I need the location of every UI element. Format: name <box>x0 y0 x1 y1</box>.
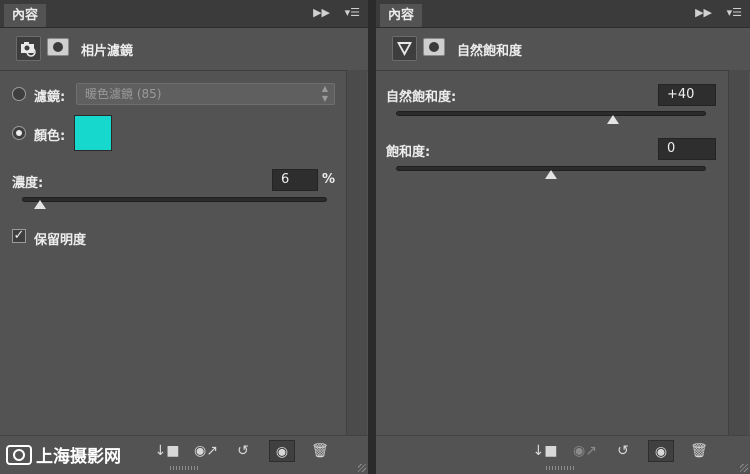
clip-to-layer-icon[interactable]: ↓■ <box>154 440 180 462</box>
density-input[interactable]: 6 <box>272 169 318 191</box>
properties-panel-photo-filter: 內容 ▶▶ ▾☰ 相片濾鏡 濾鏡: 暖色濾鏡 (85) ▲ ▼ 顏色: 濃度: 6… <box>0 0 368 474</box>
vibrance-input[interactable]: +40 <box>658 84 716 106</box>
reset-icon[interactable]: ↺ <box>610 440 636 462</box>
preserve-luminosity-label: 保留明度 <box>34 233 87 248</box>
density-slider-thumb[interactable] <box>34 200 47 209</box>
panel-tab-bar: 內容 ▶▶ ▾☰ <box>376 0 750 28</box>
trash-icon[interactable]: 🗑 <box>686 440 712 462</box>
resize-corner-icon[interactable] <box>358 464 366 472</box>
panel-footer: ↓■ ◉↗ ↺ ◉ 🗑 <box>376 435 750 474</box>
panel-menu-icon[interactable]: ▾☰ <box>727 4 742 22</box>
layer-mask-icon[interactable] <box>47 38 69 56</box>
scrollbar[interactable] <box>346 70 367 436</box>
panel-menu-icon[interactable]: ▾☰ <box>345 4 360 22</box>
density-slider-track[interactable] <box>22 197 327 202</box>
layer-mask-icon[interactable] <box>423 38 445 56</box>
trash-icon[interactable]: 🗑 <box>307 440 333 462</box>
adjustment-header: 相片濾鏡 <box>0 28 368 71</box>
panel-divider <box>368 0 376 474</box>
tab-properties[interactable]: 內容 <box>4 4 47 27</box>
select-arrows-icon: ▲ ▼ <box>321 84 328 103</box>
collapse-icon[interactable]: ▶▶ <box>313 4 330 22</box>
view-previous-state-icon[interactable]: ◉↗ <box>193 440 219 462</box>
filter-radio[interactable] <box>12 87 26 101</box>
saturation-slider-thumb[interactable] <box>545 170 557 179</box>
color-radio[interactable] <box>12 126 26 140</box>
density-label: 濃度: <box>12 176 44 191</box>
camera-adjustment-icon <box>16 36 41 61</box>
color-swatch[interactable] <box>74 115 112 151</box>
adjustment-title: 相片濾鏡 <box>81 44 134 59</box>
properties-panel-vibrance: 內容 ▶▶ ▾☰ 自然飽和度 自然飽和度: +40 飽和度: 0 ↓■ ◉↗ ↺… <box>376 0 750 474</box>
color-label: 顏色: <box>34 129 66 144</box>
filter-select-value: 暖色濾鏡 (85) <box>85 87 162 101</box>
vibrance-slider-thumb[interactable] <box>607 115 619 124</box>
vibrance-adjustment-icon <box>392 36 417 61</box>
visibility-eye-icon[interactable]: ◉ <box>269 440 295 462</box>
saturation-label: 飽和度: <box>386 145 431 160</box>
adjustment-title: 自然飽和度 <box>457 44 523 59</box>
resize-corner-icon[interactable] <box>740 464 748 472</box>
view-previous-state-icon[interactable]: ◉↗ <box>572 440 598 462</box>
vibrance-slider-track[interactable] <box>396 111 706 116</box>
resize-grip[interactable] <box>170 466 200 470</box>
tab-properties[interactable]: 內容 <box>380 4 423 27</box>
panel-tab-bar: 內容 ▶▶ ▾☰ <box>0 0 368 28</box>
vibrance-label: 自然飽和度: <box>386 90 457 105</box>
reset-icon[interactable]: ↺ <box>230 440 256 462</box>
watermark-text: 上海摄影网 <box>36 446 121 467</box>
clip-to-layer-icon[interactable]: ↓■ <box>532 440 558 462</box>
filter-select[interactable]: 暖色濾鏡 (85) ▲ ▼ <box>76 83 335 105</box>
preserve-luminosity-checkbox[interactable]: ✓ <box>12 229 26 243</box>
filter-label: 濾鏡: <box>34 90 66 105</box>
watermark-logo: 上海摄影网 <box>6 445 121 467</box>
resize-grip[interactable] <box>546 466 576 470</box>
density-unit: % <box>322 172 336 187</box>
collapse-icon[interactable]: ▶▶ <box>695 4 712 22</box>
adjustment-header: 自然飽和度 <box>376 28 750 71</box>
saturation-input[interactable]: 0 <box>658 138 716 160</box>
scrollbar[interactable] <box>728 70 749 436</box>
visibility-eye-icon[interactable]: ◉ <box>648 440 674 462</box>
